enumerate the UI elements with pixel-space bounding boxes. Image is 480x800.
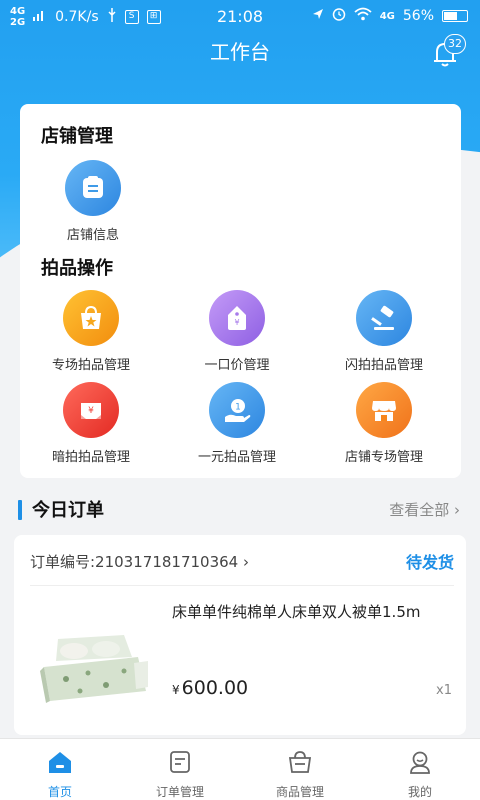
svg-text:¥: ¥ bbox=[234, 318, 239, 327]
fixed-price-label: 一口价管理 bbox=[204, 358, 270, 373]
notification-badge: 32 bbox=[444, 34, 466, 54]
tab-profile-label: 我的 bbox=[407, 785, 432, 799]
home-icon bbox=[49, 752, 71, 773]
alarm-icon bbox=[332, 7, 346, 25]
flash-auction-label: 闪拍拍品管理 bbox=[344, 358, 423, 373]
location-icon bbox=[312, 8, 324, 24]
shop-info-button[interactable]: 店铺信息 bbox=[28, 160, 158, 243]
battery-icon bbox=[442, 10, 468, 22]
sealed-auction-button[interactable]: ¥ 暗拍拍品管理 bbox=[26, 382, 156, 465]
special-auction-icon bbox=[63, 290, 119, 346]
network-type-3: 4G bbox=[379, 10, 395, 22]
shop-special-button[interactable]: 店铺专场管理 bbox=[319, 382, 449, 465]
shop-info-icon bbox=[65, 160, 121, 216]
tab-home[interactable]: 首页 bbox=[0, 739, 120, 800]
one-yuan-auction-icon: 1 bbox=[209, 382, 265, 438]
profile-icon bbox=[410, 751, 430, 774]
tab-profile[interactable]: 我的 bbox=[360, 739, 480, 800]
tab-goods-label: 商品管理 bbox=[275, 785, 324, 799]
fixed-price-button[interactable]: ¥ 一口价管理 bbox=[172, 290, 302, 373]
tab-orders-label: 订单管理 bbox=[155, 785, 204, 799]
tab-goods[interactable]: 商品管理 bbox=[240, 739, 360, 800]
section-title-auction: 拍品操作 bbox=[41, 258, 113, 279]
wifi-icon bbox=[354, 7, 372, 25]
price-value: 600.00 bbox=[181, 677, 249, 699]
one-yuan-auction-button[interactable]: 1 一元拍品管理 bbox=[172, 382, 302, 465]
divider bbox=[30, 585, 454, 586]
page-title: 工作台 bbox=[210, 40, 270, 64]
shop-info-label: 店铺信息 bbox=[66, 228, 119, 243]
battery-percent: 56% bbox=[402, 8, 434, 24]
flash-auction-button[interactable]: 闪拍拍品管理 bbox=[319, 290, 449, 373]
order-number[interactable]: 订单编号:210317181710364 › bbox=[30, 551, 249, 572]
view-all-link[interactable]: 查看全部 › bbox=[389, 499, 460, 520]
tab-home-label: 首页 bbox=[47, 785, 72, 799]
fixed-price-icon: ¥ bbox=[209, 290, 265, 346]
special-auction-button[interactable]: 专场拍品管理 bbox=[26, 290, 156, 373]
product-name[interactable]: 床单单件纯棉单人床单双人被单1.5m bbox=[172, 602, 452, 623]
title-bar: 工作台 32 bbox=[0, 32, 480, 72]
order-status: 待发货 bbox=[405, 553, 454, 572]
goods-icon bbox=[288, 751, 312, 773]
bottom-tab-bar: 首页 订单管理 商品管理 我的 bbox=[0, 738, 480, 800]
one-yuan-auction-label: 一元拍品管理 bbox=[197, 450, 276, 465]
svg-text:1: 1 bbox=[235, 403, 241, 413]
tab-orders[interactable]: 订单管理 bbox=[120, 739, 240, 800]
special-auction-label: 专场拍品管理 bbox=[51, 358, 130, 373]
workspace-card: 店铺管理 店铺信息 拍品操作 专场拍品管理 ¥ 一口价管理 闪拍拍品管理 ¥ 暗… bbox=[20, 104, 461, 478]
flash-auction-icon bbox=[356, 290, 412, 346]
order-card[interactable]: 订单编号:210317181710364 › 待发货 床单单件纯棉单人床单双人被… bbox=[14, 535, 466, 735]
status-bar: 4G 2G 0.7K/s S ⊞ 21:08 4G 56% bbox=[0, 0, 480, 32]
section-accent-bar bbox=[18, 500, 22, 520]
product-image[interactable] bbox=[36, 627, 150, 707]
today-orders-title: 今日订单 bbox=[32, 500, 104, 521]
shop-special-label: 店铺专场管理 bbox=[344, 450, 423, 465]
today-orders-header: 今日订单 查看全部 › bbox=[0, 486, 480, 536]
product-quantity: x1 bbox=[436, 683, 452, 698]
sealed-auction-label: 暗拍拍品管理 bbox=[51, 450, 130, 465]
sealed-auction-icon: ¥ bbox=[63, 382, 119, 438]
notification-button[interactable]: 32 bbox=[428, 34, 466, 70]
currency-symbol: ¥ bbox=[172, 683, 180, 697]
shop-special-icon bbox=[356, 382, 412, 438]
product-price: ¥600.00 bbox=[172, 677, 248, 699]
section-title-shop: 店铺管理 bbox=[41, 126, 113, 147]
orders-icon bbox=[170, 751, 190, 773]
svg-text:¥: ¥ bbox=[88, 406, 94, 416]
